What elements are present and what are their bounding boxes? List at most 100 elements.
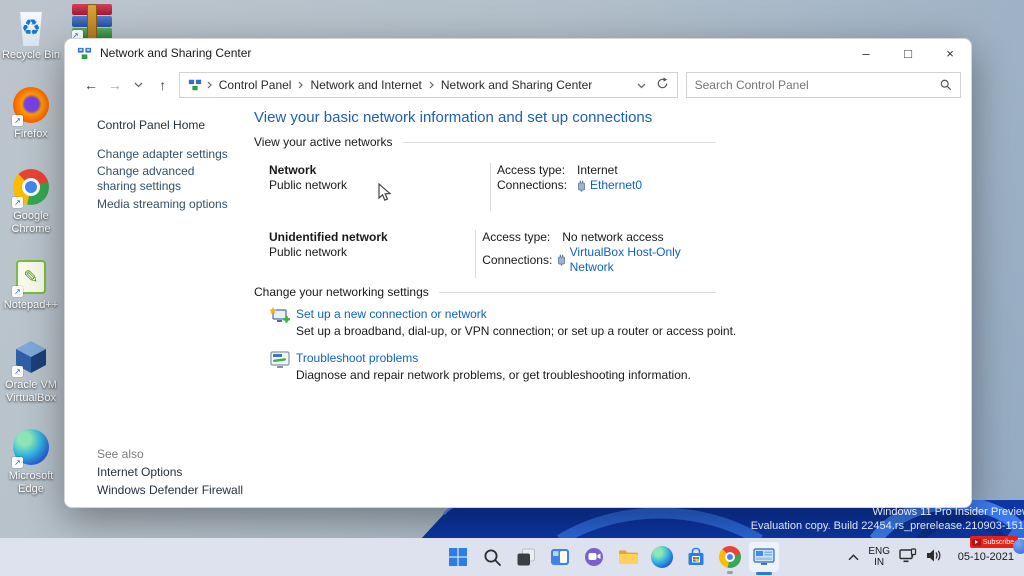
address-bar[interactable]: Control Panel Network and Internet Netwo… xyxy=(179,72,678,98)
edge-icon xyxy=(651,546,673,568)
subscribe-pointer-circle xyxy=(1013,539,1024,554)
firefox-icon: ↗ xyxy=(12,87,50,125)
youtube-icon xyxy=(972,539,981,546)
search-input[interactable] xyxy=(695,78,940,92)
search-button[interactable] xyxy=(480,545,504,569)
sidebar-item-change-adapter-settings[interactable]: Change adapter settings xyxy=(97,147,237,162)
notepad-icon: ✎ ↗ xyxy=(12,258,50,296)
setup-new-connection-desc: Set up a broadband, dial-up, or VPN conn… xyxy=(296,324,736,338)
recent-pages-dropdown[interactable] xyxy=(127,73,151,97)
desktop-icon-notepad-plus-plus[interactable]: ✎ ↗ Notepad++ xyxy=(0,258,62,312)
watermark-line2: Evaluation copy. Build 22454.rs_prerelea… xyxy=(751,519,1024,533)
network-sharing-center-window: Network and Sharing Center – □ × ← → ↑ C… xyxy=(64,38,972,508)
tray-date: 05-10-2021 xyxy=(958,551,1014,563)
hidden-icons-button[interactable] xyxy=(848,550,859,564)
desktop-icon-virtualbox[interactable]: ↗ Oracle VM VirtualBox xyxy=(0,338,62,405)
close-button[interactable]: × xyxy=(929,39,971,67)
chrome-icon xyxy=(719,546,741,568)
network-row-2: Unidentified network Public network Acce… xyxy=(269,230,717,278)
shortcut-arrow-icon: ↗ xyxy=(12,286,23,297)
edge-button[interactable] xyxy=(650,545,674,569)
network-type: Public network xyxy=(269,245,475,260)
language-indicator[interactable]: ENG IN xyxy=(868,546,890,568)
back-button[interactable]: ← xyxy=(79,73,103,97)
networking-settings-section-header: Change your networking settings xyxy=(254,285,716,299)
title-bar[interactable]: Network and Sharing Center – □ × xyxy=(65,39,971,67)
sidebar-item-internet-options[interactable]: Internet Options xyxy=(97,465,237,480)
windows-start-icon xyxy=(448,547,468,567)
connection-link-ethernet0[interactable]: Ethernet0 xyxy=(590,178,642,193)
network-tray-button[interactable] xyxy=(899,548,917,567)
refresh-button[interactable] xyxy=(656,77,669,93)
access-type-value: Internet xyxy=(577,163,618,178)
chrome-icon: ↗ xyxy=(12,169,50,207)
navigation-toolbar: ← → ↑ Control Panel Network and Internet… xyxy=(65,67,971,103)
store-button[interactable] xyxy=(684,545,708,569)
up-button[interactable]: ↑ xyxy=(151,73,175,97)
icon-label: Recycle Bin xyxy=(0,49,62,62)
sidebar-item-windows-defender-firewall[interactable]: Windows Defender Firewall xyxy=(97,483,277,498)
breadcrumb-network-sharing-center[interactable]: Network and Sharing Center xyxy=(439,78,594,92)
chrome-button[interactable] xyxy=(718,545,742,569)
sidebar-item-control-panel-home[interactable]: Control Panel Home xyxy=(97,118,205,132)
shortcut-arrow-icon: ↗ xyxy=(12,115,23,126)
network-name: Unidentified network xyxy=(269,230,475,245)
access-type-value: No network access xyxy=(562,230,663,245)
networking-settings-label: Change your networking settings xyxy=(254,285,429,299)
network-name: Network xyxy=(269,163,490,178)
new-connection-icon xyxy=(269,306,291,326)
troubleshoot-problems-link[interactable]: Troubleshoot problems xyxy=(296,351,418,365)
desktop-icon-recycle-bin[interactable]: ♻ Recycle Bin xyxy=(0,8,62,62)
connection-link-virtualbox-host-only[interactable]: VirtualBox Host-Only Network xyxy=(570,245,717,275)
minimize-button[interactable]: – xyxy=(845,39,887,67)
start-button[interactable] xyxy=(446,545,470,569)
desktop-icon-winrar[interactable]: ↗ xyxy=(72,4,112,40)
watermark-line1: Windows 11 Pro Insider Preview xyxy=(751,505,1024,519)
chevron-up-icon xyxy=(848,554,859,561)
active-networks-label: View your active networks xyxy=(254,135,393,149)
file-explorer-button[interactable] xyxy=(616,545,640,569)
virtualbox-icon: ↗ xyxy=(12,338,50,376)
ethernet-connection-icon xyxy=(557,254,566,266)
desktop-icon-google-chrome[interactable]: ↗ Google Chrome xyxy=(0,168,62,236)
sidebar-item-change-advanced-sharing[interactable]: Change advanced sharing settings xyxy=(97,164,237,194)
ethernet-connection-icon xyxy=(577,180,586,192)
shortcut-arrow-icon: ↗ xyxy=(12,457,23,468)
icon-label: Notepad++ xyxy=(0,299,62,312)
search-box[interactable] xyxy=(686,72,961,98)
maximize-button[interactable]: □ xyxy=(887,39,929,67)
sidebar-item-media-streaming-options[interactable]: Media streaming options xyxy=(97,197,237,212)
clock-date[interactable]: Subscribe 05-10-2021 xyxy=(952,551,1014,563)
desktop-icon-microsoft-edge[interactable]: ↗ Microsoft Edge xyxy=(0,428,62,496)
address-dropdown-button[interactable] xyxy=(637,78,646,92)
chat-button[interactable] xyxy=(582,545,606,569)
forward-button[interactable]: → xyxy=(103,73,127,97)
taskbar: ENG IN Subscribe 05-10-2021 xyxy=(0,538,1024,576)
section-rule xyxy=(403,142,716,143)
mouse-cursor xyxy=(378,183,392,203)
access-type-label: Access type: xyxy=(497,163,577,178)
troubleshoot-problems-desc: Diagnose and repair network problems, or… xyxy=(296,368,691,382)
connections-label: Connections: xyxy=(482,253,556,268)
subscribe-text: Subscribe xyxy=(983,539,1014,546)
speaker-icon xyxy=(926,548,943,563)
breadcrumb-network-and-internet[interactable]: Network and Internet xyxy=(308,78,423,92)
evaluation-watermark: Windows 11 Pro Insider Preview Evaluatio… xyxy=(751,505,1024,533)
icon-label: Oracle VM VirtualBox xyxy=(0,379,62,405)
breadcrumb-control-panel[interactable]: Control Panel xyxy=(217,78,294,92)
access-type-label: Access type: xyxy=(482,230,562,245)
setup-new-connection-link[interactable]: Set up a new connection or network xyxy=(296,307,487,321)
control-panel-taskbar-button[interactable] xyxy=(749,542,779,572)
language-line2: IN xyxy=(874,557,884,568)
network-app-icon xyxy=(77,46,92,61)
search-icon xyxy=(940,79,952,91)
window-title: Network and Sharing Center xyxy=(100,46,251,60)
volume-tray-button[interactable] xyxy=(926,548,943,566)
search-icon xyxy=(483,548,502,567)
breadcrumb-separator-icon xyxy=(202,81,217,89)
active-networks-section-header: View your active networks xyxy=(254,135,716,149)
desktop-icon-firefox[interactable]: ↗ Firefox xyxy=(0,86,62,141)
widgets-button[interactable] xyxy=(548,545,572,569)
task-view-button[interactable] xyxy=(514,545,538,569)
open-app-indicator xyxy=(727,571,733,574)
